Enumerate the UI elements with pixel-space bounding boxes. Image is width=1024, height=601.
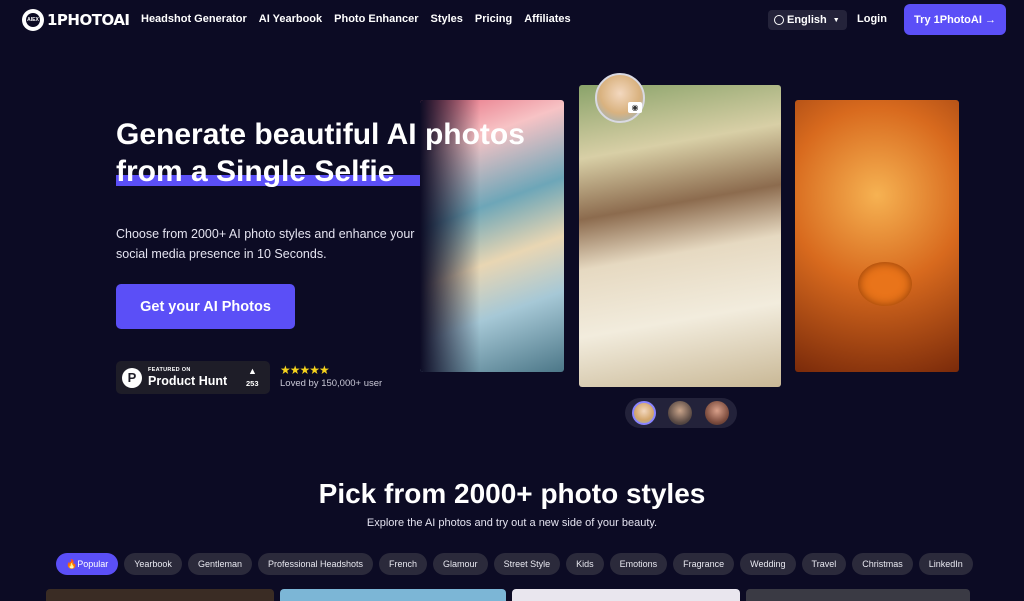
sample-photo-halloween — [795, 100, 959, 372]
style-preview-2 — [280, 589, 506, 601]
logo-text: 1PHOTOAI — [47, 11, 130, 29]
chip-travel[interactable]: Travel — [801, 553, 847, 575]
styles-title: Pick from 2000+ photo styles — [318, 478, 706, 509]
hero-subtitle: Choose from 2000+ AI photo styles and en… — [116, 227, 415, 261]
nav-link-pricing[interactable]: Pricing — [475, 13, 512, 25]
chip-french[interactable]: French — [379, 553, 428, 575]
get-ai-photos-button[interactable]: Get your AI Photos — [116, 284, 295, 329]
chip-kids[interactable]: Kids — [566, 553, 604, 575]
product-hunt-name: Product Hunt — [148, 374, 228, 388]
selfie-thumbnail-1[interactable] — [632, 401, 656, 425]
style-preview-1 — [46, 589, 274, 601]
hero-title-line1: Generate beautiful AI photos — [116, 118, 525, 151]
chip-wedding[interactable]: Wedding — [740, 553, 796, 575]
camera-icon: ◉ — [628, 102, 642, 113]
selfie-thumbnail-2[interactable] — [668, 401, 692, 425]
selfie-thumbnails — [625, 398, 737, 428]
rating-stars-icon: ★★★★★ — [280, 363, 330, 377]
nav-links: Headshot Generator AI Yearbook Photo Enh… — [141, 13, 583, 25]
nav-link-headshot-generator[interactable]: Headshot Generator — [141, 13, 247, 25]
product-hunt-badge[interactable]: P FEATURED ON Product Hunt ▲ 253 — [116, 361, 270, 394]
loved-by-text: Loved by 150,000+ user — [280, 378, 383, 389]
nav-link-styles[interactable]: Styles — [430, 13, 462, 25]
chip-yearbook[interactable]: Yearbook — [124, 553, 182, 575]
try-1photoai-button[interactable]: Try 1PhotoAI → — [904, 4, 1006, 35]
styles-subtitle: Explore the AI photos and try out a new … — [366, 517, 658, 529]
style-preview-4 — [746, 589, 970, 601]
chip-fragrance[interactable]: Fragrance — [673, 553, 735, 575]
hero-title: Generate beautiful AI photos from a Sing… — [116, 116, 556, 190]
chevron-down-icon: ▼ — [832, 16, 840, 24]
chip-popular[interactable]: 🔥Popular — [56, 553, 119, 575]
product-hunt-icon: P — [122, 368, 142, 388]
language-label: English — [787, 14, 827, 26]
chip-emotions[interactable]: Emotions — [609, 553, 668, 575]
chip-christmas[interactable]: Christmas — [852, 553, 913, 575]
upvote-count: 253 — [246, 379, 259, 388]
style-category-chips: 🔥Popular Yearbook Gentleman Professional… — [56, 553, 978, 576]
product-hunt-featured-label: FEATURED ON — [148, 367, 191, 373]
hero-title-line2: from a Single Selfie — [116, 155, 395, 188]
nav-link-affiliates[interactable]: Affiliates — [524, 13, 570, 25]
selfie-avatar — [595, 73, 645, 123]
chip-professional-headshots[interactable]: Professional Headshots — [257, 553, 374, 575]
nav-link-photo-enhancer[interactable]: Photo Enhancer — [334, 13, 418, 25]
logo[interactable]: AIEX 1PHOTOAI — [22, 9, 130, 31]
chip-linkedin[interactable]: LinkedIn — [918, 553, 973, 575]
upvote-arrow-icon: ▲ — [248, 366, 257, 376]
selfie-thumbnail-3[interactable] — [705, 401, 729, 425]
language-selector[interactable]: English ▼ — [768, 10, 847, 30]
chip-street-style[interactable]: Street Style — [493, 553, 561, 575]
chip-glamour[interactable]: Glamour — [433, 553, 488, 575]
logo-icon: AIEX — [22, 9, 44, 31]
style-preview-3 — [512, 589, 740, 601]
login-link[interactable]: Login — [857, 13, 887, 25]
pumpkin-image — [858, 262, 912, 306]
globe-icon — [774, 15, 784, 25]
top-navigation: AIEX 1PHOTOAI Headshot Generator AI Year… — [0, 0, 1024, 40]
sample-photo-vintage-hat — [579, 85, 781, 387]
chip-gentleman[interactable]: Gentleman — [187, 553, 252, 575]
nav-link-ai-yearbook[interactable]: AI Yearbook — [259, 13, 322, 25]
